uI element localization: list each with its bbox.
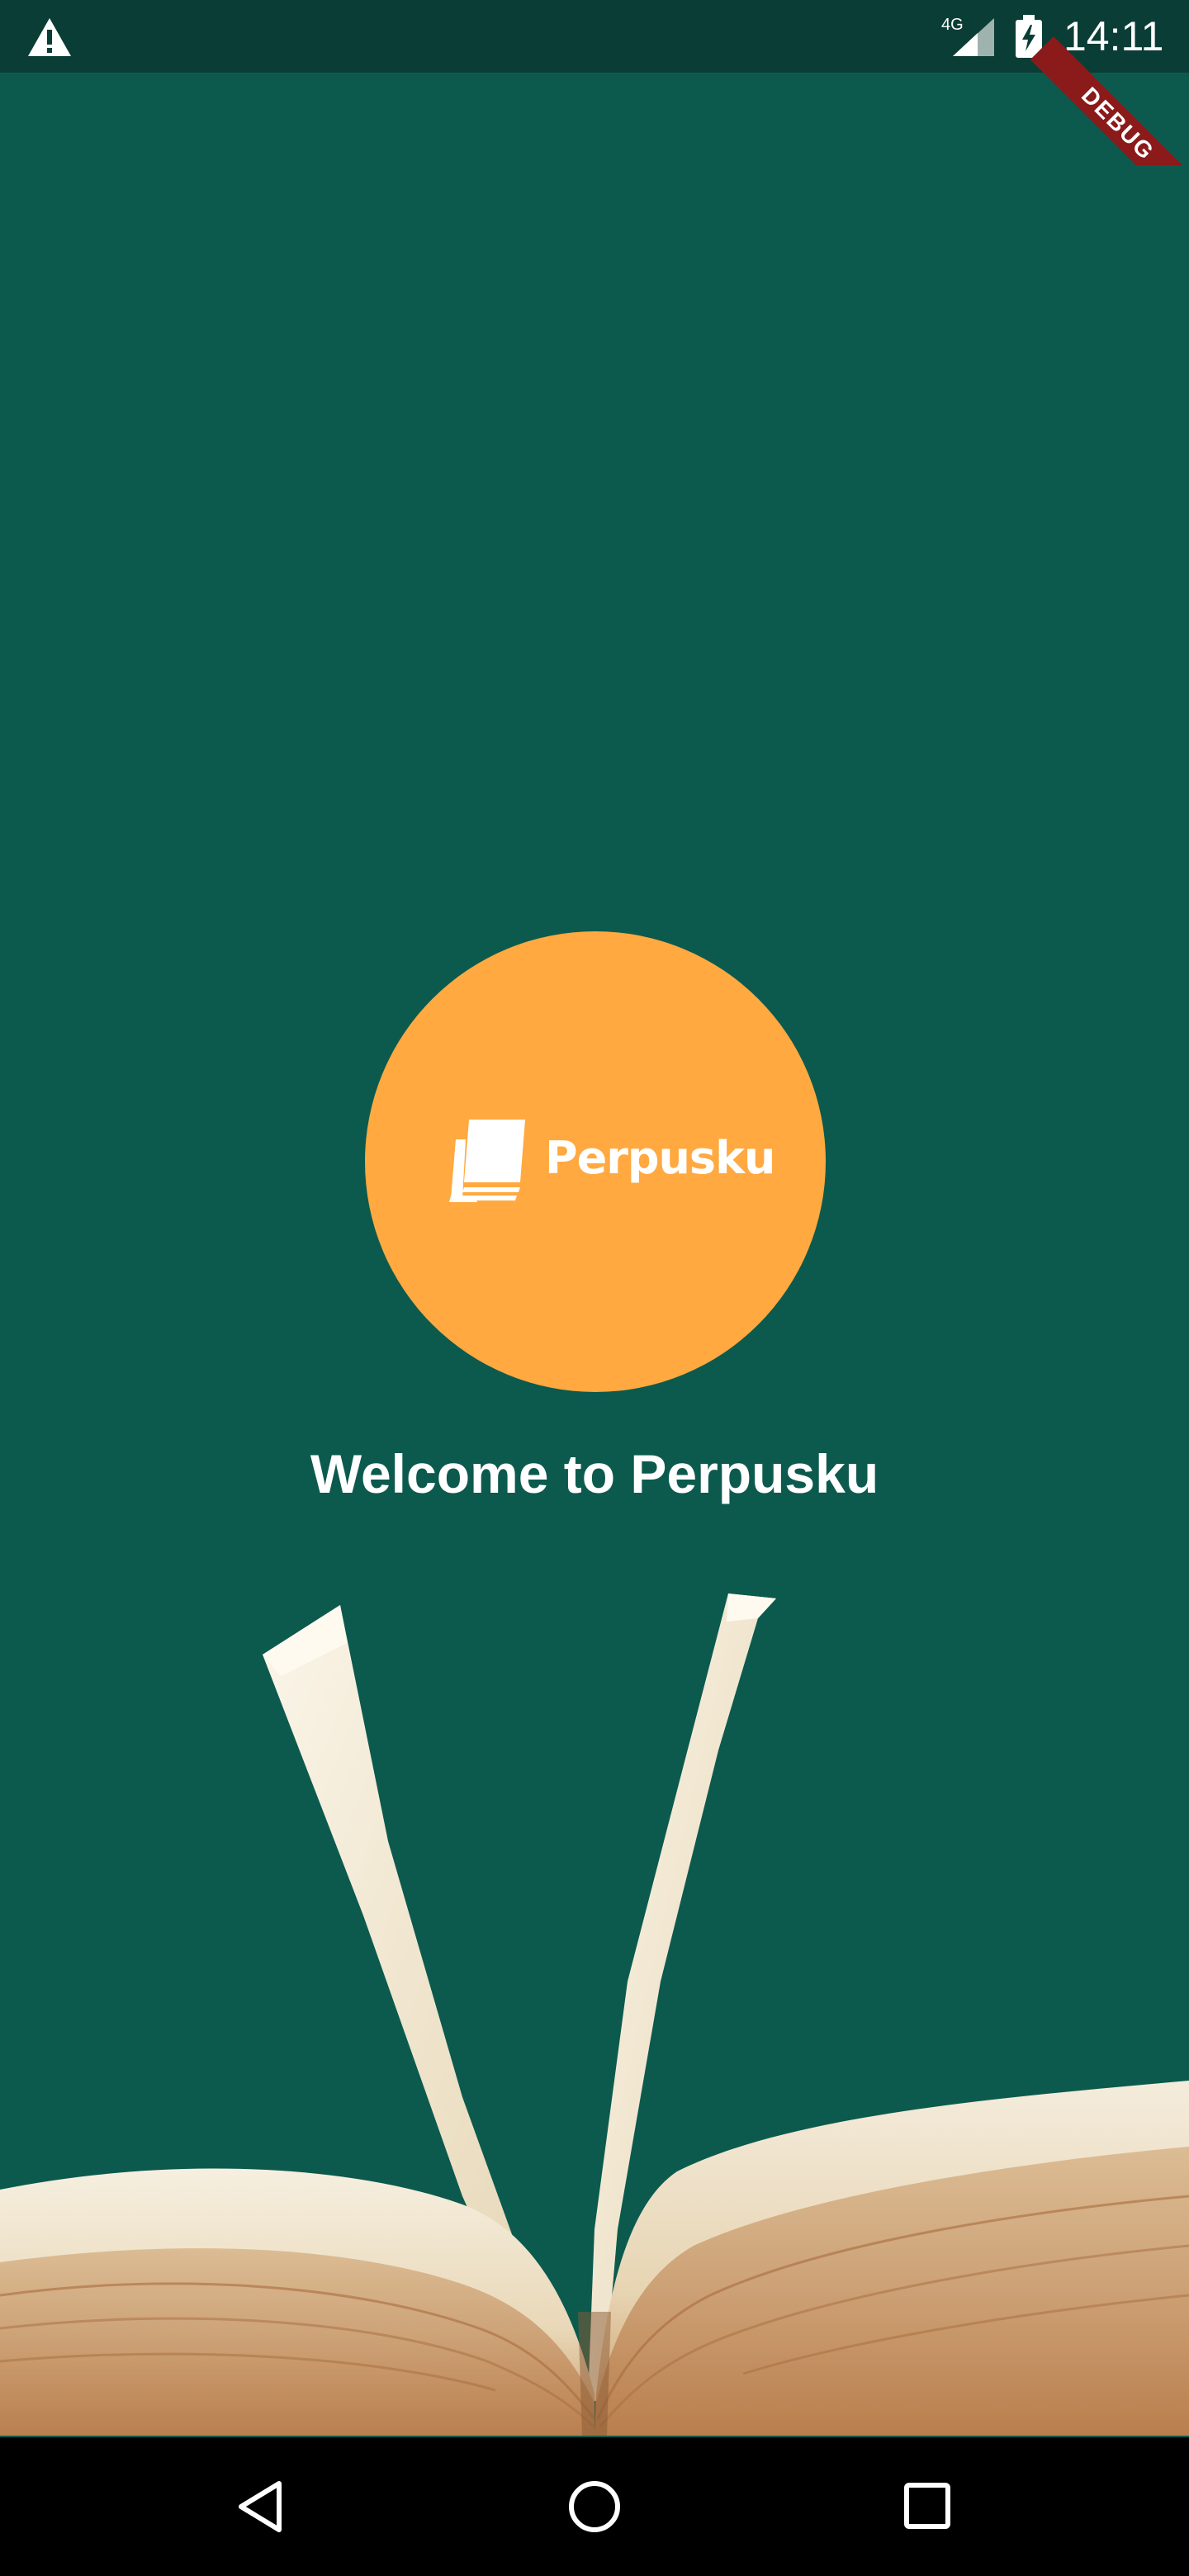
home-icon[interactable] [563, 2475, 626, 2538]
open-book-illustration [0, 1593, 1189, 2436]
system-navigation-bar [0, 2437, 1189, 2576]
back-icon[interactable] [231, 2475, 294, 2538]
debug-ribbon-label: DEBUG [1030, 36, 1189, 165]
status-bar: 4G 14:11 DEBUG [0, 0, 1189, 165]
logo-wordmark: Perpusku [545, 1132, 775, 1184]
welcome-title: Welcome to Perpusku [310, 1443, 879, 1504]
warning-icon [28, 18, 71, 56]
book-stack-icon [449, 1120, 525, 1202]
recents-icon[interactable] [897, 2475, 959, 2538]
network-type-label: 4G [941, 16, 964, 34]
cellular-signal-icon: 4G [941, 16, 994, 56]
splash-screen: 4G 14:11 DEBUG Perpusku Welcome to Perpu… [0, 0, 1189, 2576]
debug-banner: DEBUG [1024, 0, 1189, 165]
app-logo: Perpusku [365, 931, 826, 1392]
